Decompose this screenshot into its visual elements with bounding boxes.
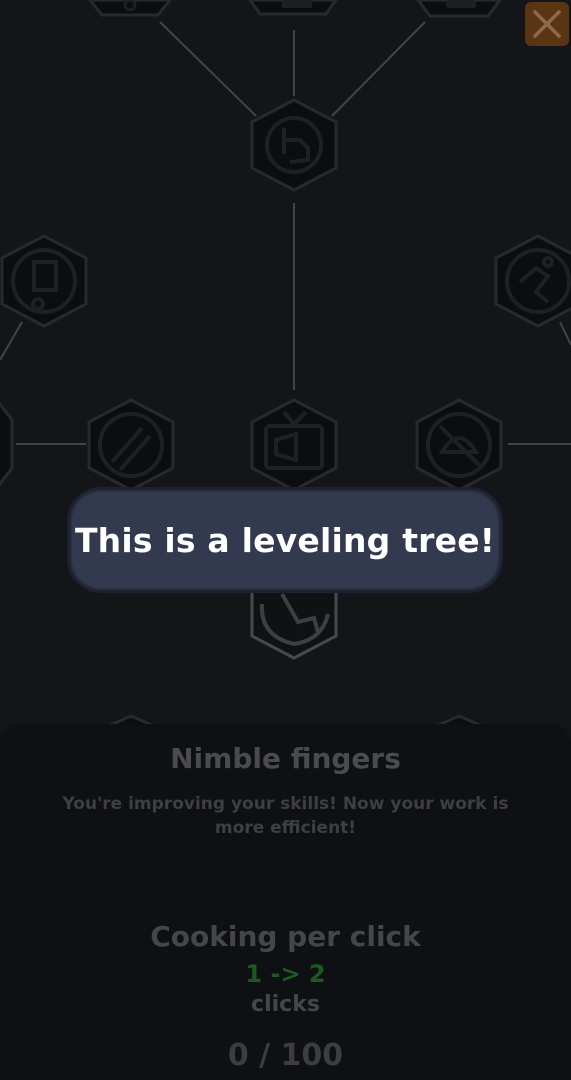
vehicle-icon <box>446 0 476 8</box>
skill-title: Nimble fingers <box>170 742 401 775</box>
stat-label: Cooking per click <box>150 920 421 953</box>
tree-node-edge-left[interactable] <box>0 402 14 486</box>
tree-node-monitor[interactable] <box>248 0 338 16</box>
stat-change: 1 -> 2 <box>245 960 326 988</box>
monitor-icon <box>282 0 312 8</box>
stat-unit: clicks <box>251 992 320 1017</box>
leveling-tree-screen: Nimble fingers You're improving your ski… <box>0 0 571 1080</box>
tree-node-tap-hand[interactable] <box>250 98 338 192</box>
skill-description: You're improving your skills! Now your w… <box>62 794 509 838</box>
skill-info-panel: Nimble fingers You're improving your ski… <box>0 724 571 1080</box>
tutorial-tooltip[interactable]: This is a leveling tree! <box>67 487 503 593</box>
upgrade-progress: 0 / 100 <box>227 1038 344 1073</box>
tooltip-text: This is a leveling tree! <box>74 520 496 560</box>
tree-node-tv-megaphone[interactable] <box>250 398 338 492</box>
tree-node-vehicle[interactable] <box>416 0 502 18</box>
tree-node-no-helmet[interactable] <box>415 398 503 492</box>
close-button[interactable] <box>525 2 569 46</box>
tree-node-wrench[interactable] <box>88 0 172 17</box>
tree-node-tools[interactable] <box>87 398 175 492</box>
tree-node-running-man[interactable] <box>494 234 571 328</box>
close-icon <box>533 10 561 38</box>
tree-node-hand-truck[interactable] <box>0 234 88 328</box>
